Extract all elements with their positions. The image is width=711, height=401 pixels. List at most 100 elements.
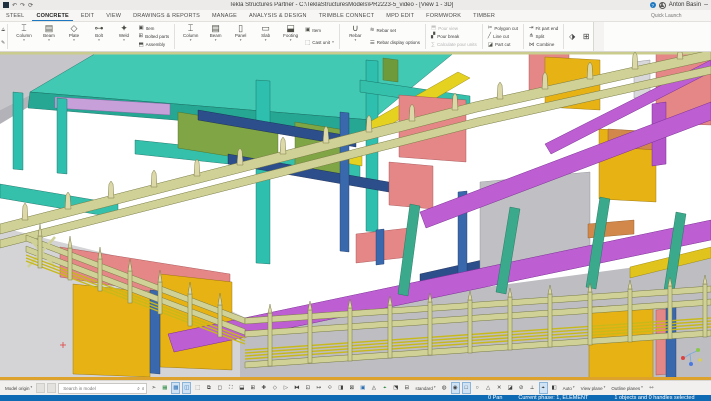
- snap-switch-icon[interactable]: ◧: [550, 382, 559, 394]
- combine-button[interactable]: ⋈ Combine: [529, 42, 558, 48]
- chevron-down-icon[interactable]: ▾: [332, 41, 334, 45]
- chevron-down-icon[interactable]: ▾: [354, 39, 356, 43]
- selection-switch-icon[interactable]: ⧓: [292, 382, 301, 394]
- assembly-button[interactable]: ⬒ Assembly: [138, 42, 169, 48]
- rebar-set-button[interactable]: ≋ Rebar set: [370, 27, 420, 33]
- selection-switch-icon[interactable]: ▦: [160, 382, 169, 394]
- selection-switch-icon[interactable]: ✚: [259, 382, 268, 394]
- snap-switch-icon[interactable]: ◉: [451, 382, 460, 394]
- search-options-icon[interactable]: ⌕: [142, 386, 145, 391]
- auto-dropdown[interactable]: Auto ▾: [561, 386, 577, 391]
- steel-beam-button[interactable]: ▤ Beam ▾: [36, 23, 61, 50]
- chevron-down-icon[interactable]: ▾: [215, 39, 217, 43]
- snap-switch-icon[interactable]: ⌖: [539, 382, 548, 394]
- pan-mode-icon[interactable]: ⇿: [647, 382, 656, 394]
- snap-switch-icon[interactable]: ⟂: [528, 382, 537, 394]
- undo-icon[interactable]: ↶: [12, 2, 17, 9]
- steel-plate-button[interactable]: ◇ Plate ▾: [61, 23, 86, 50]
- snap-switch-icon[interactable]: ◪: [506, 382, 515, 394]
- help-icon[interactable]: ?: [650, 2, 656, 8]
- concrete-column-button[interactable]: ⌶ Column ▾: [178, 23, 203, 50]
- chevron-down-icon[interactable]: ▾: [190, 39, 192, 43]
- selection-switch-icon[interactable]: ◻: [215, 382, 224, 394]
- snap-switch-icon[interactable]: ⊘: [517, 382, 526, 394]
- outline-planes-dropdown[interactable]: Outline planes ▾: [609, 386, 645, 391]
- selection-switch-icon[interactable]: ⟐: [325, 382, 334, 394]
- rebar-button[interactable]: ∪ Rebar ▾: [343, 23, 368, 50]
- chevron-down-icon[interactable]: ▾: [73, 39, 75, 43]
- concrete-panel-button[interactable]: ▯ Panel ▾: [228, 23, 253, 50]
- model-origin-dropdown[interactable]: Model origin ▾: [3, 386, 34, 391]
- bolted-parts-button[interactable]: ⊞ Bolted parts: [138, 33, 169, 39]
- origin-toggle-button[interactable]: [47, 383, 56, 393]
- tab-edit[interactable]: EDIT: [75, 10, 100, 21]
- selection-switch-icon[interactable]: ⬔: [391, 382, 400, 394]
- tab-timber[interactable]: TIMBER: [467, 10, 501, 21]
- tab-drawings-reports[interactable]: DRAWINGS & REPORTS: [127, 10, 206, 21]
- selection-switch-icon[interactable]: ◫: [182, 382, 191, 394]
- selection-switch-icon[interactable]: ◇: [270, 382, 279, 394]
- selection-switch-icon[interactable]: ▩: [171, 382, 180, 394]
- add-component-button[interactable]: ⊞: [579, 22, 593, 51]
- split-button[interactable]: ⋔ Split: [529, 33, 558, 39]
- redo-icon[interactable]: ↷: [20, 2, 25, 9]
- select-cursor-icon[interactable]: ➣: [149, 382, 158, 394]
- origin-toggle-button[interactable]: [36, 383, 45, 393]
- model-viewport[interactable]: [0, 52, 711, 380]
- selection-switch-icon[interactable]: ◬: [369, 382, 378, 394]
- chevron-down-icon[interactable]: ▾: [123, 39, 125, 43]
- search-icon[interactable]: ⌕: [137, 386, 140, 391]
- chevron-down-icon[interactable]: ▾: [98, 39, 100, 43]
- steel-bolt-button[interactable]: ⊶ Bolt ▾: [86, 23, 111, 50]
- selection-switch-icon[interactable]: ⌖: [380, 382, 389, 394]
- partial-icon[interactable]: ✎: [1, 40, 5, 46]
- rebar-display-options-button[interactable]: ☰ Rebar display options: [370, 40, 420, 46]
- tab-mpd-edit[interactable]: MPD EDIT: [380, 10, 420, 21]
- tab-view[interactable]: VIEW: [100, 10, 127, 21]
- snap-switch-icon[interactable]: ✕: [495, 382, 504, 394]
- quick-launch[interactable]: [649, 10, 711, 21]
- line-cut-button[interactable]: ╱ Line cut: [488, 33, 518, 39]
- selection-switch-icon[interactable]: ▣: [358, 382, 367, 394]
- part-cut-button[interactable]: ◪ Part cut: [488, 42, 518, 48]
- tab-concrete[interactable]: CONCRETE: [30, 10, 74, 21]
- concrete-slab-button[interactable]: ▭ Slab ▾: [253, 23, 278, 50]
- selection-switch-icon[interactable]: ⊠: [347, 382, 356, 394]
- calculate-pour-units-button[interactable]: ∑ Calculate pour units: [431, 42, 477, 48]
- view-plane-dropdown[interactable]: View plane ▾: [579, 386, 608, 391]
- app-icon[interactable]: [3, 2, 9, 8]
- quick-launch-input[interactable]: [649, 12, 703, 20]
- cast-unit-button[interactable]: ⬚ Cast unit ▾: [305, 40, 334, 46]
- snap-switch-icon[interactable]: ○: [473, 382, 482, 394]
- user-avatar-icon[interactable]: [659, 2, 666, 9]
- selection-switch-icon[interactable]: ▷: [281, 382, 290, 394]
- chevron-down-icon[interactable]: ▾: [48, 39, 50, 43]
- user-name[interactable]: Anton Basin: [669, 2, 701, 8]
- selection-switch-icon[interactable]: ⧉: [204, 382, 213, 394]
- fit-part-end-button[interactable]: ⇥ Fit part end: [529, 25, 558, 31]
- steel-weld-button[interactable]: ✦ Weld ▾: [111, 23, 136, 50]
- selection-switch-icon[interactable]: ⊟: [402, 382, 411, 394]
- concrete-footing-button[interactable]: ⬓ Footing ▾: [278, 23, 303, 50]
- partial-icon[interactable]: ⟁: [1, 27, 5, 33]
- component-button[interactable]: ⬗: [565, 22, 579, 51]
- pour-view-button[interactable]: ⬒ Pour view: [431, 25, 477, 31]
- tab-analysis-design[interactable]: ANALYSIS & DESIGN: [243, 10, 313, 21]
- selection-switch-icon[interactable]: ↦: [314, 382, 323, 394]
- chevron-down-icon[interactable]: ▾: [23, 39, 25, 43]
- snap-dot-icon[interactable]: ◍: [440, 382, 449, 394]
- minimize-button[interactable]: –: [704, 2, 708, 8]
- model-search[interactable]: ⌕ ⌕: [58, 383, 147, 394]
- selection-switch-icon[interactable]: ◨: [336, 382, 345, 394]
- tab-formwork[interactable]: FORMWORK: [420, 10, 467, 21]
- concrete-item-button[interactable]: ▣ Item: [305, 27, 334, 33]
- pour-break-button[interactable]: ▞ Pour break: [431, 33, 477, 39]
- selection-switch-icon[interactable]: ⊞: [248, 382, 257, 394]
- steel-column-button[interactable]: ⌶ Column ▾: [11, 23, 36, 50]
- selection-switch-icon[interactable]: ⛶: [226, 382, 235, 394]
- snap-switch-icon[interactable]: □: [462, 382, 471, 394]
- concrete-beam-button[interactable]: ▤ Beam ▾: [203, 23, 228, 50]
- tab-steel[interactable]: STEEL: [0, 10, 30, 21]
- snap-switch-icon[interactable]: △: [484, 382, 493, 394]
- selection-filter-dropdown[interactable]: standard ▾: [413, 386, 437, 391]
